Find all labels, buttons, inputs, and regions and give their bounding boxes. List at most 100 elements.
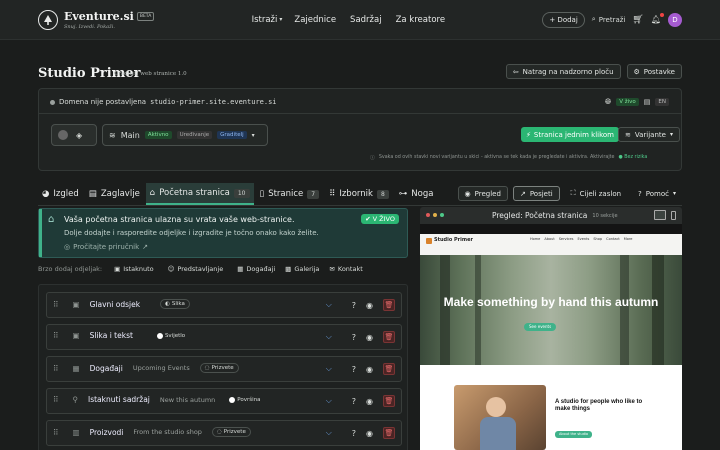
drag-handle-icon[interactable]: ⠿ xyxy=(53,364,59,373)
chevron-down-icon: ▾ xyxy=(672,190,676,197)
tab-label: Izbornik xyxy=(339,189,373,199)
fullscreen-label: Cijeli zaslon xyxy=(579,189,622,198)
settings-button[interactable]: ⚙ Postavke xyxy=(626,64,682,79)
drag-handle-icon[interactable]: ⠿ xyxy=(53,395,59,404)
delete-icon[interactable]: 🗑︎ xyxy=(383,395,395,407)
chevron-down-icon[interactable]: ⌵ xyxy=(326,332,332,342)
drag-handle-icon[interactable]: ⠿ xyxy=(53,331,59,340)
chevron-down-icon: ▾ xyxy=(251,131,255,139)
chevron-down-icon: ▾ xyxy=(279,16,283,23)
eye-icon[interactable]: ◉ xyxy=(366,429,373,438)
variant-selector[interactable]: ≋ Main Aktivno Uređivanje Graditelj ▾ xyxy=(102,124,268,146)
variants-button[interactable]: ≋ Varijante ▾ xyxy=(618,127,680,142)
search-icon: ⌕ xyxy=(591,15,596,23)
delete-icon[interactable]: 🗑︎ xyxy=(383,331,395,343)
manual-link-label: Pročitajte priručnik xyxy=(73,243,140,251)
dot-icon xyxy=(156,332,163,339)
avatar[interactable]: D xyxy=(667,12,682,27)
chevron-down-icon[interactable]: ⌵ xyxy=(326,396,332,406)
help-icon[interactable]: ? xyxy=(352,333,356,342)
bell-icon[interactable]: 🔔︎ xyxy=(651,13,664,24)
section-row[interactable]: ⠿ ▦ Događaji Upcoming Events ◌ Prizvete ⌵… xyxy=(46,356,402,382)
book-icon: ◎ xyxy=(64,243,71,251)
live-status-badge: ✔ V ŽIVO xyxy=(361,214,399,224)
language-badge[interactable]: EN xyxy=(655,98,669,106)
eye-icon[interactable]: ◉ xyxy=(366,301,373,310)
top-navbar: Eventure.si BETA Snuj. Izvedi. Pokaži. Is… xyxy=(0,0,720,40)
chevron-down-icon[interactable]: ⌵ xyxy=(326,364,332,374)
hero-button: See events xyxy=(524,323,557,331)
external-link-icon: ↗ xyxy=(519,189,526,198)
calendar-icon: ▦ xyxy=(72,363,80,373)
quick-add-intro[interactable]: ☺ Predstavljanje xyxy=(168,265,224,273)
help-icon[interactable]: ? xyxy=(352,397,356,406)
section-badge-label: Površina xyxy=(237,396,261,403)
help-icon[interactable]: ? xyxy=(352,429,356,438)
external-link-icon: ↗ xyxy=(142,243,149,251)
visit-label: Posjeti xyxy=(529,189,553,198)
eye-icon[interactable]: ◉ xyxy=(366,397,373,406)
toggle-knob-icon xyxy=(58,130,68,140)
one-click-page-button[interactable]: ⚡︎ Stranica jednim klikom xyxy=(521,127,619,142)
quick-add-contact[interactable]: ✉ Kontakt xyxy=(329,265,362,273)
back-to-dashboard-button[interactable]: ⇦ Natrag na nadzorno ploču xyxy=(505,64,621,79)
eye-icon[interactable]: ◉ xyxy=(366,365,373,374)
chevron-down-icon[interactable]: ⌵ xyxy=(326,300,332,310)
tab-count: 7 xyxy=(307,189,320,199)
fullscreen-button[interactable]: ⛶ Cijeli zaslon xyxy=(565,186,627,201)
delete-icon[interactable]: 🗑︎ xyxy=(383,299,395,311)
tab-label: Stranice xyxy=(268,189,304,199)
delete-icon[interactable]: 🗑︎ xyxy=(383,427,395,439)
visit-button[interactable]: ↗ Posjeti xyxy=(512,186,560,201)
tab-footer[interactable]: ⊶ Noga xyxy=(395,183,438,205)
tab-label: Noga xyxy=(411,189,434,199)
search-button[interactable]: ⌕ Pretraži xyxy=(592,15,626,24)
help-button[interactable]: ? Pomoć ▾ xyxy=(632,186,682,201)
help-icon: ? xyxy=(638,189,642,198)
quick-add-item-label: Događaji xyxy=(246,265,276,273)
mail-icon: ✉ xyxy=(329,265,335,273)
tab-header[interactable]: ▤ Zaglavlje xyxy=(85,183,144,205)
tab-pages[interactable]: ▯ Stranice 7 xyxy=(256,183,324,205)
section-row[interactable]: ⠿ ▣ Slika i tekst Svijetlo ⌵ ? ◉ 🗑︎ xyxy=(46,324,402,350)
help-icon[interactable]: ? xyxy=(352,301,356,310)
add-button[interactable]: + Dodaj xyxy=(542,11,585,28)
domain-address[interactable]: studio-primer.site.eventure.si xyxy=(150,98,276,106)
eye-icon[interactable]: ◉ xyxy=(366,333,373,342)
drag-handle-icon[interactable]: ⠿ xyxy=(53,428,59,437)
home-icon: ⌂ xyxy=(48,214,55,225)
nav-creators[interactable]: Za kreatore xyxy=(396,15,445,25)
section-badge-label: Prizvete xyxy=(211,365,234,371)
manual-link[interactable]: ◎ Pročitajte priručnik ↗ xyxy=(64,243,148,251)
calendar-icon: ▦ xyxy=(237,265,244,273)
site-menu: Home About Services Events Shop Contact More xyxy=(530,237,632,241)
section-row[interactable]: ⠿ ▥ Proizvodi From the studio shop ◌ Priz… xyxy=(46,420,402,446)
mobile-view-icon[interactable] xyxy=(671,210,676,220)
view-toggle[interactable]: ◈ xyxy=(51,124,97,146)
quick-add-featured[interactable]: ▣ Istaknuto xyxy=(114,265,154,273)
nav-explore[interactable]: Istraži xyxy=(252,15,278,25)
drag-handle-icon[interactable]: ⠿ xyxy=(53,300,59,309)
section-row[interactable]: ⠿ ▣ Glavni odsjek ◐ Slika ⌵ ? ◉ 🗑︎ xyxy=(46,292,402,318)
preview-button[interactable]: ◉ Pregled xyxy=(457,186,508,201)
nav-communities[interactable]: Zajednice xyxy=(294,15,336,25)
quick-add-events[interactable]: ▦ Događaji xyxy=(237,265,275,273)
search-label: Pretraži xyxy=(598,15,626,24)
back-arrow-icon: ⇦ xyxy=(512,67,519,76)
delete-icon[interactable]: 🗑︎ xyxy=(383,363,395,375)
help-icon[interactable]: ? xyxy=(352,365,356,374)
tab-appearance[interactable]: ◕ Izgled xyxy=(38,183,83,205)
homepage-notice: ⌂ Vaša početna stranica ulazna su vrata … xyxy=(38,208,408,258)
section-type-icon: ▣ xyxy=(72,331,80,340)
chevron-down-icon[interactable]: ⌵ xyxy=(326,428,332,438)
desktop-view-icon[interactable] xyxy=(654,210,666,220)
quick-add-gallery[interactable]: ▩ Galerija xyxy=(285,265,319,273)
tab-menu[interactable]: ⠿ Izbornik 8 xyxy=(325,183,393,205)
section-name: Slika i tekst xyxy=(89,331,133,340)
section-row[interactable]: ⠿ ⚲ Istaknuti sadržaj New this autumn Po… xyxy=(46,388,402,414)
domain-status: Domena nije postavljena xyxy=(59,98,147,106)
cart-icon[interactable]: 🛒︎ xyxy=(632,15,643,25)
nav-content[interactable]: Sadržaj xyxy=(350,15,382,25)
brand[interactable]: Eventure.si BETA Snuj. Izvedi. Pokaži. xyxy=(38,9,155,30)
tab-homepage[interactable]: ⌂ Početna stranica 10 xyxy=(145,183,254,205)
